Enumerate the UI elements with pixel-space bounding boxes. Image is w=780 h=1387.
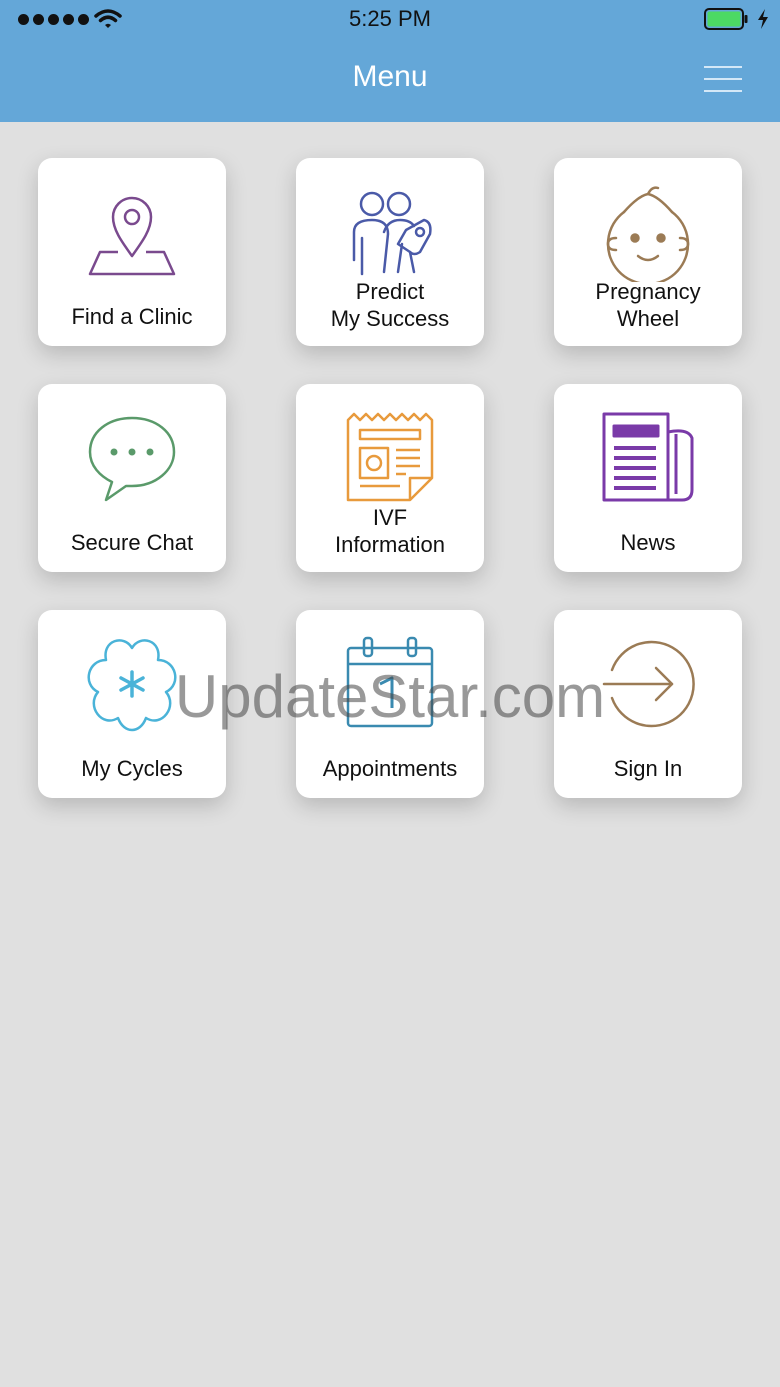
find-a-clinic-button[interactable]: Find a Clinic: [38, 158, 226, 346]
newspaper-icon: [602, 412, 694, 502]
tile-label: Predict My Success: [330, 279, 450, 331]
ivf-information-button[interactable]: IVF Information: [296, 384, 484, 572]
page-title: Menu: [352, 60, 428, 93]
tile-label: Secure Chat: [70, 530, 194, 555]
tile-label: Pregnancy Wheel: [595, 279, 701, 331]
appointments-button[interactable]: Appointments: [296, 610, 484, 798]
status-time: 5:25 PM: [349, 6, 431, 31]
tile-label: Sign In: [613, 756, 683, 781]
document-icon: [346, 412, 434, 502]
tile-label: Find a Clinic: [71, 304, 193, 329]
header-bar: 5:25 PM Menu: [0, 0, 780, 122]
tile-label: IVF Information: [334, 505, 446, 557]
sign-in-arrow-icon: [602, 640, 695, 728]
tile-label: My Cycles: [81, 756, 183, 781]
battery-charging-icon: [704, 8, 748, 30]
hamburger-icon[interactable]: [700, 64, 746, 96]
charging-bolt-icon: [758, 9, 768, 29]
flower-icon: [87, 639, 177, 732]
tile-label: News: [620, 530, 676, 555]
chat-bubble-icon: [88, 416, 176, 502]
tile-label: Appointments: [322, 756, 458, 781]
pregnancy-wheel-button[interactable]: Pregnancy Wheel: [554, 158, 742, 346]
status-bar: 5:25 PM: [0, 0, 780, 40]
baby-face-icon: [606, 186, 690, 282]
calendar-icon: [346, 636, 434, 728]
people-tag-icon: [352, 191, 432, 276]
predict-my-success-button[interactable]: Predict My Success: [296, 158, 484, 346]
map-pin-icon: [88, 196, 176, 276]
my-cycles-button[interactable]: My Cycles: [38, 610, 226, 798]
secure-chat-button[interactable]: Secure Chat: [38, 384, 226, 572]
sign-in-button[interactable]: Sign In: [554, 610, 742, 798]
news-button[interactable]: News: [554, 384, 742, 572]
